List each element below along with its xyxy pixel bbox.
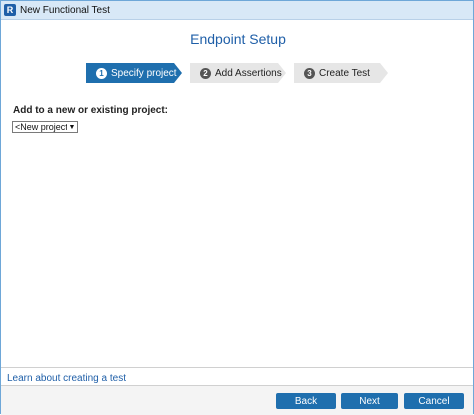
- step-create-test: 3 Create Test: [294, 63, 388, 83]
- step-add-assertions: 2 Add Assertions: [190, 63, 286, 83]
- step-label: Create Test: [319, 67, 370, 79]
- step-number-badge: 2: [200, 68, 211, 79]
- footer-divider: [1, 367, 473, 368]
- window-title: New Functional Test: [20, 4, 110, 16]
- project-field-label: Add to a new or existing project:: [13, 105, 169, 116]
- back-button[interactable]: Back: [276, 393, 336, 409]
- step-number-badge: 1: [96, 68, 107, 79]
- title-bar[interactable]: R New Functional Test: [1, 1, 473, 20]
- app-logo-icon: R: [4, 4, 16, 16]
- step-number-badge: 3: [304, 68, 315, 79]
- dialog-window: R New Functional Test Endpoint Setup 1 S…: [0, 0, 474, 415]
- chevron-down-icon[interactable]: ▼: [67, 124, 77, 131]
- project-select[interactable]: <New project> ▼: [12, 121, 78, 133]
- next-button[interactable]: Next: [341, 393, 398, 409]
- step-label: Specify project: [111, 67, 177, 79]
- page-title: Endpoint Setup: [190, 31, 286, 47]
- step-label: Add Assertions: [215, 67, 282, 79]
- step-specify-project: 1 Specify project: [86, 63, 182, 83]
- project-select-value: <New project>: [15, 122, 67, 132]
- button-bar: Back Next Cancel: [1, 385, 473, 415]
- learn-creating-test-link[interactable]: Learn about creating a test: [7, 373, 126, 384]
- cancel-button[interactable]: Cancel: [404, 393, 464, 409]
